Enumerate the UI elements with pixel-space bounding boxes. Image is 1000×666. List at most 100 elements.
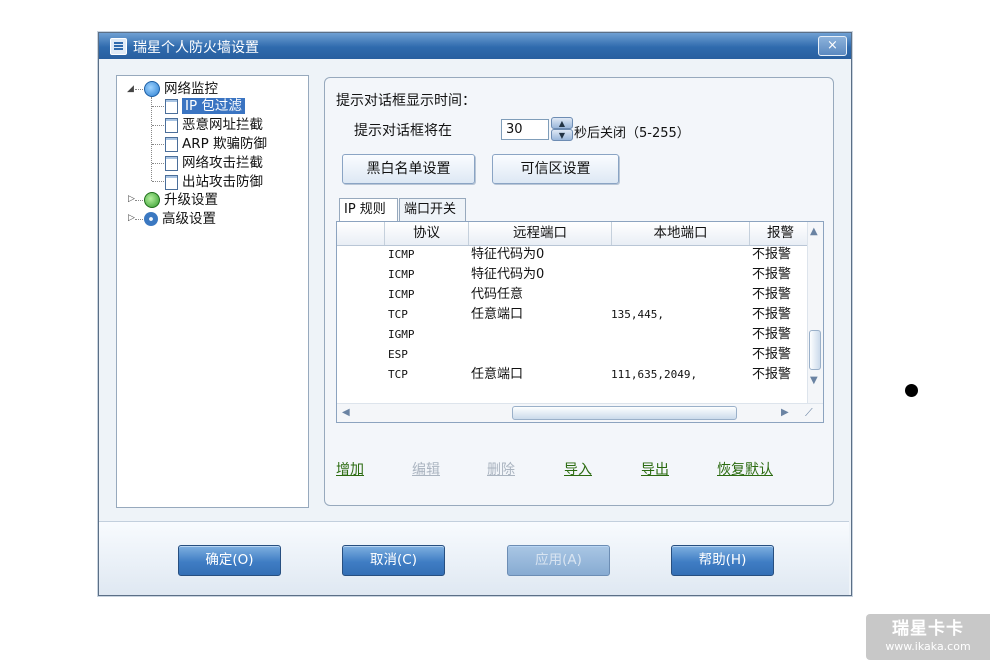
tree-label-arp-defense: ARP 欺骗防御 [182,136,268,152]
settings-tree: ◢ 网络监控 IP 包过滤 恶意网址拦截 ARP 欺骗防御 网络攻击拦截 出站攻… [116,75,309,508]
vertical-scrollbar[interactable]: ▲ ▼ [807,222,823,404]
table-row[interactable]: ICMP 代码任意 不报警 [337,285,807,305]
export-rules-link[interactable]: 导出 [641,459,669,479]
import-rules-link[interactable]: 导入 [564,459,592,479]
cell-alarm: 不报警 [752,287,792,302]
tree-item-upgrade[interactable]: 升级设置 [144,191,218,209]
cursor-dot [905,384,918,397]
expand-icon[interactable]: ▷ [128,213,135,223]
cell-protocol: ICMP [388,288,415,301]
dialog-time-heading: 提示对话框显示时间： [336,93,476,109]
horizontal-scroll-thumb[interactable] [512,406,737,420]
cell-alarm: 不报警 [752,267,792,282]
tree-label-network-monitor: 网络监控 [164,81,218,97]
tab-port-switch[interactable]: 端口开关 [399,198,466,221]
site-watermark: 瑞星卡卡 www.ikaka.com [866,614,990,660]
table-header: 协议 远程端口 本地端口 报警 [337,222,810,246]
cell-protocol: ICMP [388,268,415,281]
column-header-blank [337,222,385,245]
watermark-title: 瑞星卡卡 [892,619,964,639]
scroll-left-icon[interactable]: ◀ [342,407,350,418]
collapse-icon[interactable]: ◢ [127,84,134,94]
tree-item-network-monitor[interactable]: 网络监控 [144,80,218,98]
cell-alarm: 不报警 [752,367,792,382]
close-button[interactable]: × [818,36,847,56]
tree-item-network-attack[interactable]: 网络攻击拦截 [165,154,263,172]
scroll-down-icon[interactable]: ▼ [810,375,818,386]
ok-button[interactable]: 确定(O) [178,545,281,576]
ip-rules-table: 协议 远程端口 本地端口 报警 ICMP 特征代码为0 不报警 ICMP 特征代… [336,221,824,423]
cell-remote-port: 代码任意 [471,287,524,302]
cell-local-port: 111,635,2049, [611,368,698,381]
scroll-up-icon[interactable]: ▲ [810,226,818,237]
upgrade-check-icon [144,192,160,208]
table-row[interactable]: ICMP 特征代码为0 不报警 [337,245,807,265]
cell-alarm: 不报警 [752,347,792,362]
apply-button[interactable]: 应用(A) [507,545,610,576]
column-header-remote-port[interactable]: 远程端口 [469,222,612,245]
gear-icon [144,212,158,226]
network-globe-icon [144,81,160,97]
cell-protocol: TCP [388,308,408,321]
delete-rule-link[interactable]: 删除 [487,459,515,479]
table-row[interactable]: IGMP 不报警 [337,325,807,345]
restore-defaults-link[interactable]: 恢复默认 [717,459,773,479]
expand-icon[interactable]: ▷ [128,194,135,204]
tree-label-advanced: 高级设置 [162,211,216,227]
column-header-protocol[interactable]: 协议 [385,222,469,245]
edit-rule-link[interactable]: 编辑 [412,459,440,479]
add-rule-link[interactable]: 增加 [336,459,364,479]
trusted-zone-button[interactable]: 可信区设置 [492,154,619,184]
tree-item-malicious-url[interactable]: 恶意网址拦截 [165,116,263,134]
cancel-button[interactable]: 取消(C) [342,545,445,576]
cell-protocol: ICMP [388,248,415,261]
cell-protocol: ESP [388,348,408,361]
column-header-alarm[interactable]: 报警 [750,222,810,245]
vertical-scroll-thumb[interactable] [809,330,821,370]
dialog-time-prefix: 提示对话框将在 [354,123,452,139]
tree-item-outbound-attack[interactable]: 出站攻击防御 [165,173,263,191]
document-icon [165,174,178,190]
firewall-settings-window: 瑞星个人防火墙设置 × ◢ 网络监控 IP 包过滤 恶意网址拦截 ARP 欺骗防… [98,32,852,596]
cell-local-port: 135,445, [611,308,664,321]
document-icon [165,117,178,133]
dialog-time-spinner[interactable]: ▲ ▼ [551,117,573,142]
document-icon [165,136,178,152]
tab-ip-rules[interactable]: IP 规则 [339,198,398,221]
tree-item-advanced[interactable]: 高级设置 [144,210,216,228]
cell-remote-port: 任意端口 [471,367,524,382]
cell-protocol: TCP [388,368,408,381]
spinner-up-icon[interactable]: ▲ [551,117,573,129]
dialog-time-input[interactable]: 30 [501,119,549,140]
document-icon [165,155,178,171]
tree-label-network-attack: 网络攻击拦截 [182,155,263,171]
table-row[interactable]: TCP 任意端口 111,635,2049, 不报警 [337,365,807,385]
table-row[interactable]: ESP 不报警 [337,345,807,365]
table-row[interactable]: TCP 任意端口 135,445, 不报警 [337,305,807,325]
tree-label-ip-filter: IP 包过滤 [182,98,245,114]
horizontal-scrollbar[interactable]: ◀ ▶ ⟋ [337,403,823,422]
blacklist-settings-button[interactable]: 黑白名单设置 [342,154,475,184]
window-title: 瑞星个人防火墙设置 [133,40,259,56]
help-button[interactable]: 帮助(H) [671,545,774,576]
scroll-right-icon[interactable]: ▶ [781,407,789,418]
resize-grip-icon[interactable]: ⟋ [805,406,813,420]
tree-item-arp-defense[interactable]: ARP 欺骗防御 [165,135,267,153]
tree-label-malicious-url: 恶意网址拦截 [182,117,263,133]
cell-remote-port: 特征代码为0 [471,267,545,282]
column-header-local-port[interactable]: 本地端口 [612,222,750,245]
watermark-url: www.ikaka.com [885,640,971,653]
tree-label-upgrade: 升级设置 [164,192,218,208]
cell-remote-port: 任意端口 [471,307,524,322]
document-icon [165,98,178,114]
cell-protocol: IGMP [388,328,415,341]
cell-alarm: 不报警 [752,307,792,322]
title-bar[interactable]: 瑞星个人防火墙设置 × [99,33,851,59]
tree-item-ip-filter[interactable]: IP 包过滤 [165,97,245,115]
cell-remote-port: 特征代码为0 [471,247,545,262]
spinner-down-icon[interactable]: ▼ [551,129,573,141]
app-icon [110,38,127,55]
dialog-time-suffix: 秒后关闭（5-255） [574,126,690,141]
table-row[interactable]: ICMP 特征代码为0 不报警 [337,265,807,285]
ip-filter-panel: 提示对话框显示时间： 提示对话框将在 30 ▲ ▼ 秒后关闭（5-255） 黑白… [324,77,834,506]
